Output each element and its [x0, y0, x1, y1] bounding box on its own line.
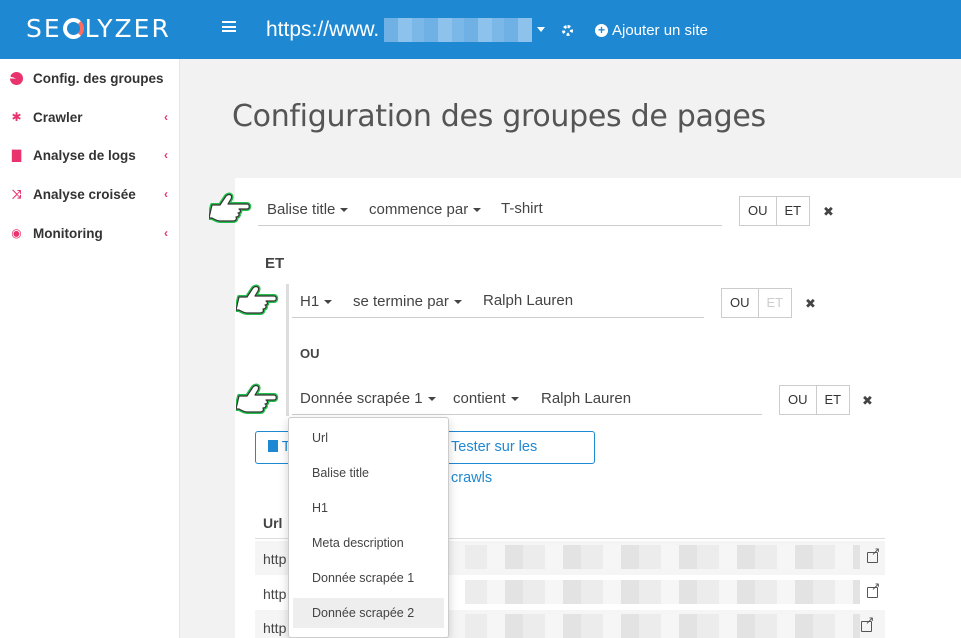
close-icon[interactable]: ✖ — [823, 204, 834, 220]
blurred-domain — [384, 18, 532, 42]
dropdown-item-url[interactable]: Url — [293, 423, 444, 453]
input-underline — [292, 414, 762, 415]
field-select[interactable]: Donnée scrapée 1 — [300, 390, 436, 407]
dropdown-item-h1[interactable]: H1 — [293, 493, 444, 523]
or-button[interactable]: OU — [721, 288, 759, 318]
chevron-left-icon: ‹ — [164, 187, 168, 201]
or-button[interactable]: OU — [779, 385, 817, 415]
url-cell: http — [263, 551, 287, 567]
url-cell: http — [263, 586, 287, 602]
value-input[interactable]: Ralph Lauren — [541, 390, 631, 407]
menu-toggle-icon[interactable] — [222, 21, 236, 32]
operator-select-label: contient — [453, 390, 506, 407]
table-header-url: Url — [263, 515, 283, 531]
operator-select[interactable]: commence par — [369, 201, 482, 218]
field-select-label: Balise title — [267, 201, 336, 218]
dropdown-item-meta-description[interactable]: Meta description — [293, 528, 444, 558]
sidebar-item-analyse-croisee[interactable]: ⤨ Analyse croisée ‹ — [0, 183, 180, 205]
field-select-label: Donnée scrapée 1 — [300, 390, 423, 407]
value-input[interactable]: Ralph Lauren — [483, 292, 573, 309]
caret-down-icon — [510, 396, 519, 401]
dropdown-item-balise-title[interactable]: Balise title — [293, 458, 444, 488]
blurred-url — [465, 580, 860, 604]
and-button[interactable]: ET — [758, 288, 793, 318]
sidebar: Config. des groupes ✱ Crawler ‹ ▇ Analys… — [0, 59, 180, 638]
sidebar-item-crawler[interactable]: ✱ Crawler ‹ — [0, 106, 180, 128]
file-icon — [268, 440, 278, 452]
pie-chart-icon — [10, 71, 23, 85]
pointing-hand-icon — [236, 383, 279, 414]
operator-select[interactable]: contient — [453, 390, 519, 407]
and-button[interactable]: ET — [776, 196, 811, 226]
field-select-label: H1 — [300, 293, 320, 310]
add-site-label: Ajouter un site — [612, 22, 708, 39]
dropdown-item-donnee-scrapee-2[interactable]: Donnée scrapée 2 — [293, 598, 444, 628]
chevron-left-icon: ‹ — [164, 110, 168, 124]
sidebar-item-label: Config. des groupes — [33, 70, 164, 86]
url-cell: http — [263, 620, 287, 636]
external-link-icon[interactable] — [861, 614, 874, 632]
shuffle-icon: ⤨ — [11, 186, 22, 201]
caret-down-icon — [340, 207, 349, 212]
close-icon[interactable]: ✖ — [862, 393, 873, 409]
external-link-icon[interactable] — [867, 580, 880, 598]
gear-icon[interactable] — [562, 25, 573, 36]
pointing-hand-icon — [236, 284, 279, 315]
operator-select-label: se termine par — [353, 293, 449, 310]
or-and-toggle: OU ET — [779, 385, 851, 415]
chevron-left-icon: ‹ — [164, 148, 168, 162]
field-select[interactable]: Balise title — [267, 201, 349, 218]
sidebar-item-label: Monitoring — [33, 225, 103, 241]
sidebar-item-label: Analyse de logs — [33, 147, 136, 163]
logo[interactable]: SE LYZER — [26, 14, 171, 43]
caret-down-icon — [427, 396, 436, 401]
test-crawls-button[interactable]: Tester sur les crawls — [436, 431, 595, 486]
close-icon[interactable]: ✖ — [805, 296, 816, 312]
pointing-hand-icon — [209, 192, 252, 223]
file-icon: ▇ — [11, 147, 22, 162]
sidebar-item-label: Analyse croisée — [33, 186, 136, 202]
blurred-url — [465, 614, 860, 638]
or-and-toggle: OU ET — [739, 196, 811, 226]
top-bar: SE LYZER https://www. + Ajouter un site — [0, 0, 961, 59]
sidebar-item-analyse-logs[interactable]: ▇ Analyse de logs ‹ — [0, 144, 180, 166]
dropdown-item-donnee-scrapee-1[interactable]: Donnée scrapée 1 — [293, 563, 444, 593]
plus-circle-icon: + — [595, 24, 608, 37]
add-site-button[interactable]: + Ajouter un site — [595, 22, 708, 39]
chevron-down-icon[interactable] — [537, 27, 545, 32]
field-dropdown-menu: Url Balise title H1 Meta description Don… — [288, 417, 449, 638]
operator-select-label: commence par — [369, 201, 469, 218]
page-title: Configuration des groupes de pages — [232, 99, 766, 134]
caret-down-icon — [473, 207, 482, 212]
sidebar-item-config-groupes[interactable]: Config. des groupes — [0, 67, 180, 89]
operator-select[interactable]: se termine par — [353, 293, 462, 310]
or-button[interactable]: OU — [739, 196, 777, 226]
sidebar-item-monitoring[interactable]: ◉ Monitoring ‹ — [0, 222, 180, 244]
sidebar-item-label: Crawler — [33, 109, 83, 125]
or-connector: OU — [300, 346, 320, 361]
group-bracket — [286, 284, 289, 416]
external-link-icon[interactable] — [867, 545, 880, 563]
and-connector: ET — [265, 255, 285, 272]
field-select[interactable]: H1 — [300, 293, 333, 310]
site-selector[interactable]: https://www. — [266, 18, 379, 42]
caret-down-icon — [453, 299, 462, 304]
input-underline — [258, 225, 722, 226]
input-underline — [292, 317, 704, 318]
chevron-left-icon: ‹ — [164, 226, 168, 240]
value-input[interactable]: T-shirt — [501, 200, 543, 217]
and-button[interactable]: ET — [816, 385, 851, 415]
blurred-url — [465, 545, 860, 569]
eye-icon: ◉ — [11, 225, 22, 240]
or-and-toggle: OU ET — [721, 288, 793, 318]
caret-down-icon — [324, 299, 333, 304]
bug-icon: ✱ — [11, 109, 22, 124]
